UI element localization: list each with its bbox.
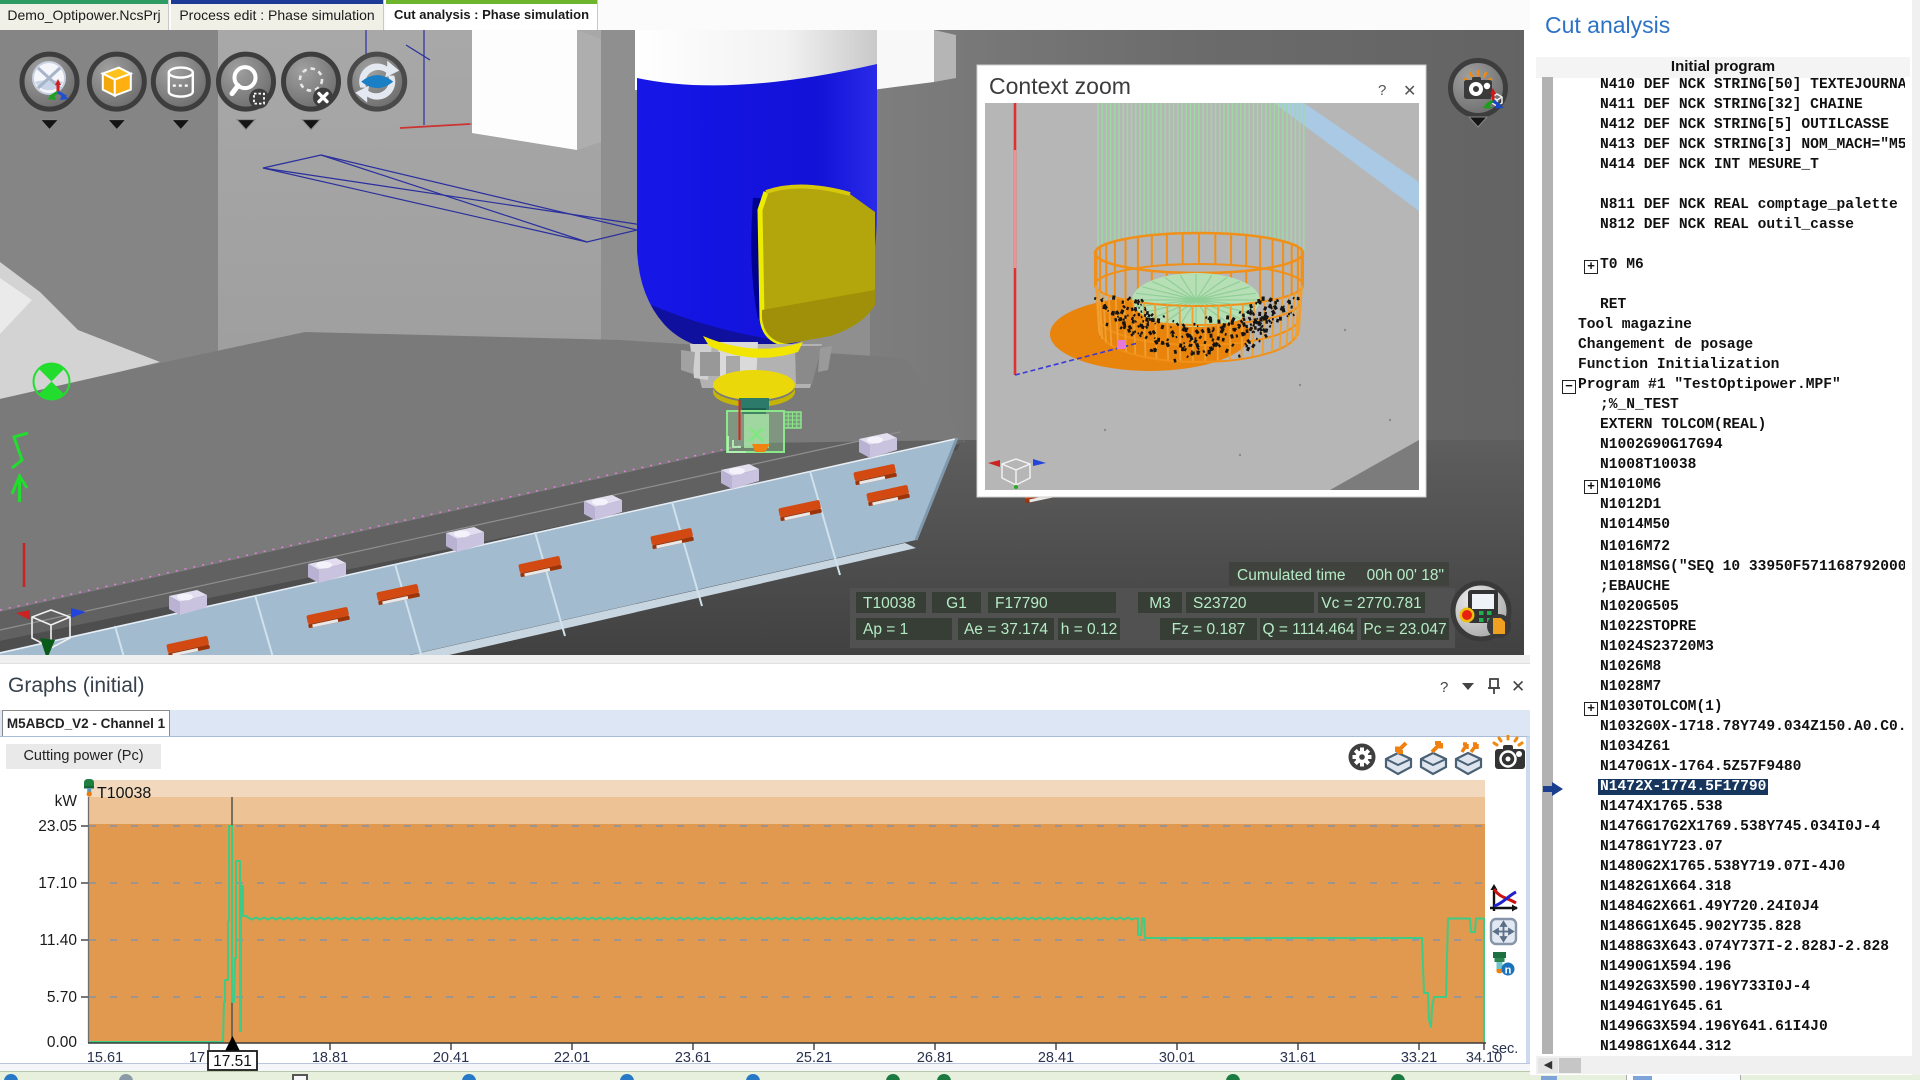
svg-text:✕: ✕ (1403, 83, 1416, 100)
svg-text:17.10: 17.10 (38, 875, 77, 892)
svg-text:?: ? (1378, 82, 1386, 99)
svg-text:5.70: 5.70 (47, 989, 78, 1006)
svg-text:Cumulated time: Cumulated time (1237, 567, 1346, 584)
svg-text:M3: M3 (1149, 595, 1171, 612)
svg-text:Pc = 23.047: Pc = 23.047 (1363, 621, 1446, 638)
svg-text:Ap = 1: Ap = 1 (863, 621, 908, 638)
svg-text:kW: kW (55, 793, 78, 810)
svg-text:G1: G1 (946, 595, 967, 612)
svg-text:17.51: 17.51 (213, 1053, 252, 1070)
svg-text:00h 00' 18": 00h 00' 18" (1367, 567, 1444, 584)
svg-text:0.00: 0.00 (47, 1034, 78, 1051)
svg-text:28.41: 28.41 (1038, 1050, 1074, 1066)
svg-text:Context zoom: Context zoom (989, 73, 1131, 99)
svg-text:T10038: T10038 (863, 595, 916, 612)
svg-text:11.40: 11.40 (39, 932, 77, 949)
svg-text:17: 17 (189, 1050, 205, 1066)
svg-text:22.01: 22.01 (554, 1050, 590, 1066)
svg-text:T10038: T10038 (97, 785, 151, 802)
svg-text:33.21: 33.21 (1401, 1050, 1437, 1066)
svg-text:25.21: 25.21 (796, 1050, 832, 1066)
svg-text:S23720: S23720 (1193, 595, 1247, 612)
svg-text:31.61: 31.61 (1280, 1050, 1316, 1066)
svg-text:Fz = 0.187: Fz = 0.187 (1172, 621, 1246, 638)
svg-text:Q = 1114.464: Q = 1114.464 (1262, 621, 1354, 638)
svg-text:Ae = 37.174: Ae = 37.174 (964, 621, 1048, 638)
svg-text:h = 0.12: h = 0.12 (1061, 621, 1117, 638)
svg-text:Vc = 2770.781: Vc = 2770.781 (1321, 595, 1421, 612)
svg-text:F17790: F17790 (995, 595, 1048, 612)
svg-text:15.61: 15.61 (87, 1050, 123, 1066)
svg-text:30.01: 30.01 (1159, 1050, 1195, 1066)
svg-text:18.81: 18.81 (312, 1050, 348, 1066)
svg-text:20.41: 20.41 (433, 1050, 469, 1066)
svg-text:26.81: 26.81 (917, 1050, 953, 1066)
svg-text:23.05: 23.05 (38, 818, 77, 835)
svg-text:n: n (1505, 965, 1512, 977)
svg-text:23.61: 23.61 (675, 1050, 711, 1066)
svg-text:sec.: sec. (1492, 1041, 1519, 1057)
